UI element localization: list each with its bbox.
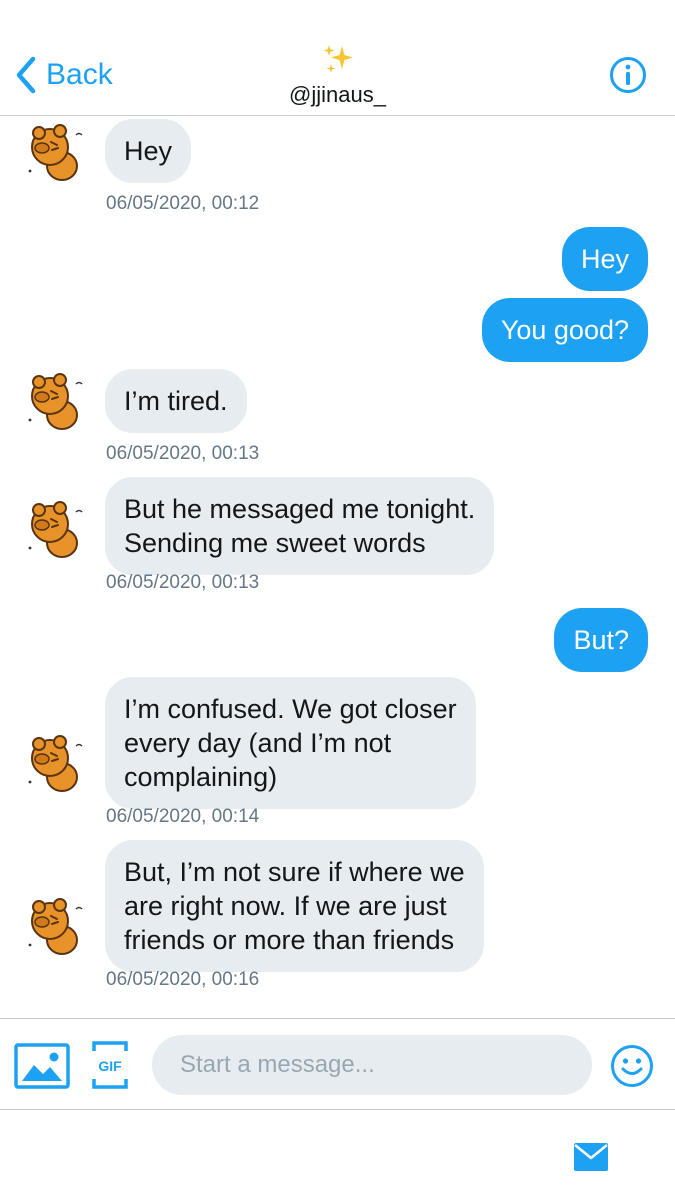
message-composer: GIF <box>0 1018 675 1110</box>
message-thread: Hey 06/05/2020, 00:12 Hey You good? I’m … <box>0 117 675 1017</box>
message-timestamp: 06/05/2020, 00:13 <box>106 443 260 464</box>
sparkles-icon <box>323 45 353 73</box>
message-timestamp: 06/05/2020, 00:14 <box>106 806 260 827</box>
sender-avatar[interactable] <box>24 732 88 796</box>
message-bubble-incoming[interactable]: But, I’m not sure if where we are right … <box>105 840 484 972</box>
sender-avatar[interactable] <box>24 121 88 185</box>
message-timestamp: 06/05/2020, 00:13 <box>106 572 260 593</box>
message-timestamp: 06/05/2020, 00:16 <box>106 969 260 990</box>
conversation-header: Back @jjinaus_ <box>0 0 675 116</box>
sender-avatar[interactable] <box>24 895 88 959</box>
message-bubble-outgoing[interactable]: Hey <box>561 227 648 291</box>
conversation-title[interactable]: @jjinaus_ <box>0 42 675 108</box>
message-bubble-outgoing[interactable]: You good? <box>481 298 648 362</box>
mail-icon[interactable] <box>574 1143 608 1171</box>
gif-label: GIF <box>98 1058 122 1074</box>
info-icon[interactable] <box>609 56 647 94</box>
gif-icon: GIF <box>92 1041 128 1089</box>
bottom-tab-bar <box>0 1111 675 1200</box>
message-bubble-incoming[interactable]: Hey <box>105 119 192 183</box>
image-icon[interactable] <box>14 1043 70 1089</box>
smiley-icon[interactable] <box>610 1044 654 1088</box>
sender-avatar[interactable] <box>24 370 88 434</box>
message-input[interactable] <box>152 1035 592 1095</box>
message-timestamp: 06/05/2020, 00:12 <box>106 193 260 214</box>
sender-avatar[interactable] <box>24 498 88 562</box>
message-bubble-incoming[interactable]: But he messaged me tonight. Sending me s… <box>105 477 495 575</box>
message-bubble-incoming[interactable]: I’m confused. We got closer every day (a… <box>105 677 476 809</box>
message-bubble-outgoing[interactable]: But? <box>554 608 648 672</box>
gif-button[interactable]: GIF <box>92 1041 128 1089</box>
conversation-handle: @jjinaus_ <box>289 82 386 107</box>
message-bubble-incoming[interactable]: I’m tired. <box>105 369 247 433</box>
